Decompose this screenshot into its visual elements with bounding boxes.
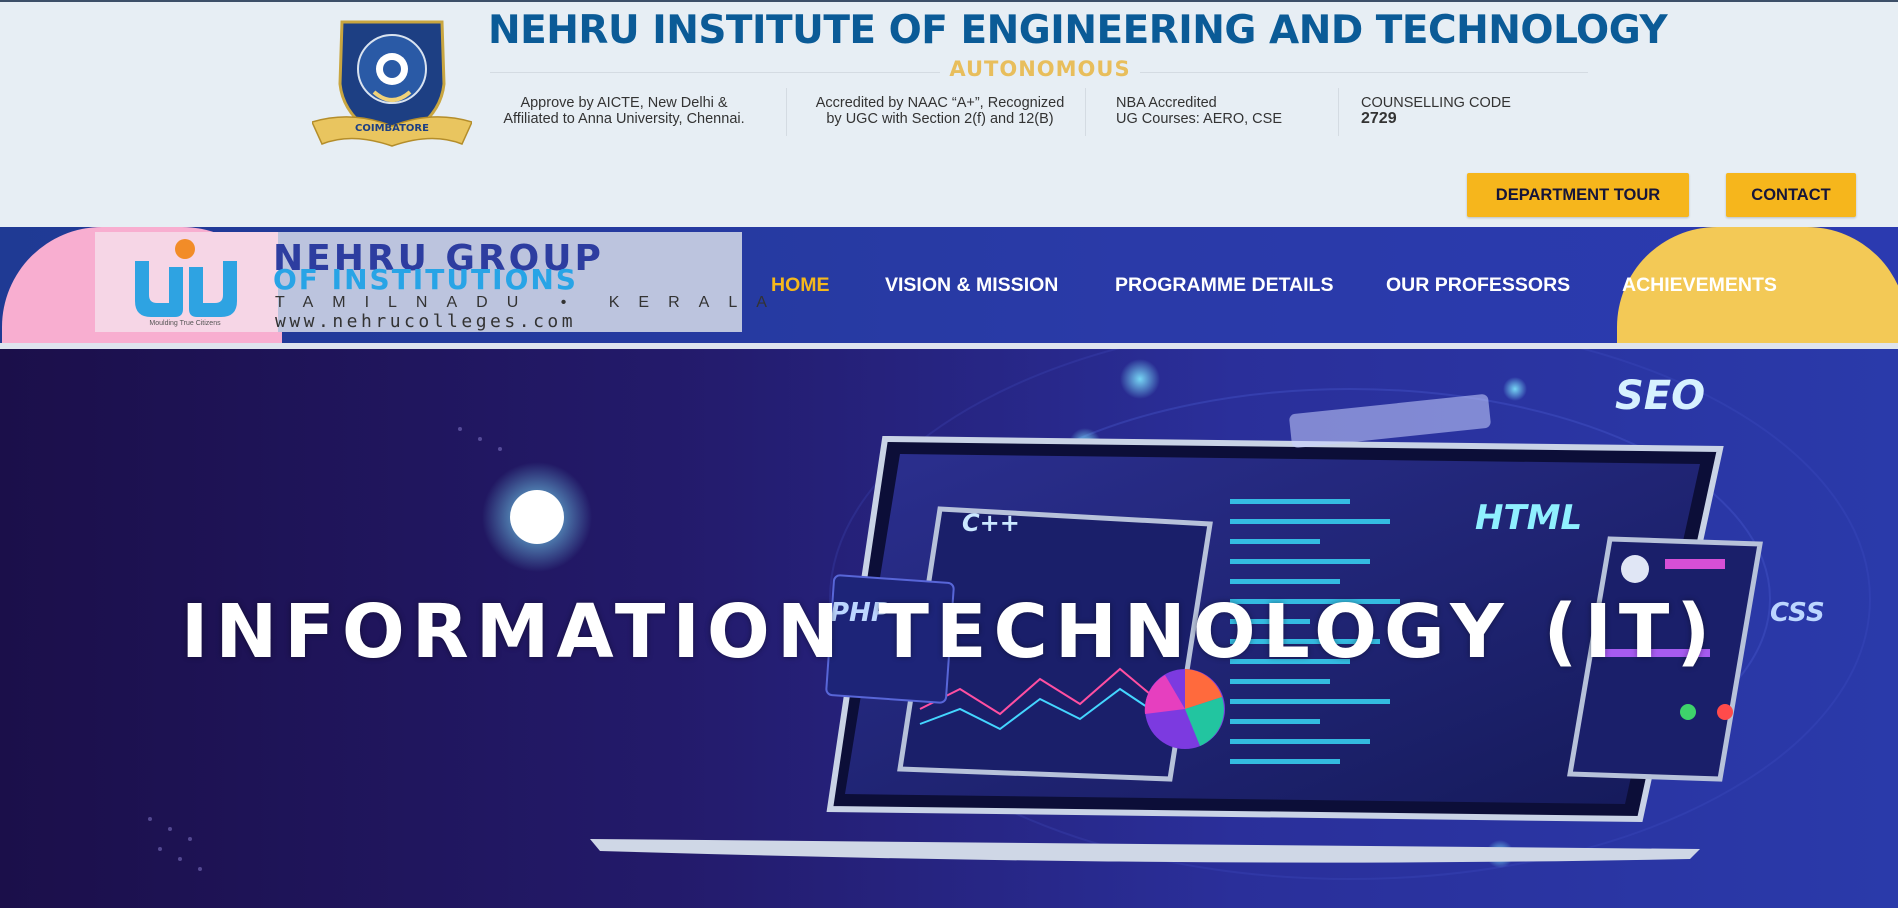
pie-chart-graphic — [1144, 669, 1225, 749]
crest-label: COIMBATORE — [355, 123, 429, 134]
info-line: UG Courses: AERO, CSE — [1116, 111, 1282, 127]
divider — [1338, 88, 1339, 136]
nav-item-our-professors[interactable]: OUR PROFESSORS — [1386, 274, 1570, 297]
accreditation-nba: NBA Accredited UG Courses: AERO, CSE — [1116, 95, 1336, 127]
nav-item-programme-details[interactable]: PROGRAMME DETAILS — [1115, 274, 1333, 297]
info-line: by UGC with Section 2(f) and 12(B) — [826, 111, 1054, 127]
logo-website: www.nehrucolleges.com — [275, 311, 577, 332]
divider — [786, 88, 787, 136]
contact-button[interactable]: CONTACT — [1726, 173, 1856, 217]
info-line: NBA Accredited — [1116, 95, 1217, 111]
info-line: Approve by AICTE, New Delhi & — [520, 95, 728, 111]
nav-item-home[interactable]: HOME — [771, 274, 830, 297]
hero-banner: SEO HTML C++ PHP CSS INFORMATION TECHNOL… — [0, 349, 1898, 908]
logo-text-line: OF INSTITUTIONS — [273, 263, 578, 296]
ngi-logo-icon: Moulding True Citizens — [135, 239, 237, 327]
hero-title: INFORMATION TECHNOLOGY (IT) — [180, 589, 1718, 675]
logo-text-line: TAMILNADU • KERALA — [275, 294, 786, 311]
autonomous-label: AUTONOMOUS — [949, 57, 1131, 81]
divider — [1085, 88, 1086, 136]
site-header: COIMBATORE NEHRU INSTITUTE OF ENGINEERIN… — [0, 0, 1898, 227]
logo-tagline: Moulding True Citizens — [149, 320, 221, 327]
counselling-code: COUNSELLING CODE 2729 — [1361, 95, 1581, 127]
department-tour-button[interactable]: DEPARTMENT TOUR — [1467, 173, 1689, 217]
institute-crest-logo[interactable]: COIMBATORE — [312, 14, 472, 150]
counselling-code-value: 2729 — [1361, 110, 1397, 127]
nehru-group-logo[interactable]: Moulding True Citizens NEHRU GROUP OF IN… — [95, 232, 767, 332]
info-line: Accredited by NAAC “A+”, Recognized — [815, 95, 1065, 111]
tag-html: HTML — [1475, 498, 1582, 538]
info-line: Affiliated to Anna University, Chennai. — [503, 111, 745, 127]
institute-title: NEHRU INSTITUTE OF ENGINEERING AND TECHN… — [488, 8, 1668, 53]
tag-cpp: C++ — [962, 509, 1020, 537]
accreditation-naac: Accredited by NAAC “A+”, Recognized by U… — [810, 95, 1070, 127]
accreditation-aicte: Approve by AICTE, New Delhi & Affiliated… — [494, 95, 754, 127]
nav-item-vision-mission[interactable]: VISION & MISSION — [885, 274, 1058, 297]
nav-item-achievements[interactable]: ACHIEVEMENTS — [1622, 274, 1777, 297]
tag-seo: SEO — [1615, 373, 1705, 419]
main-navigation: Moulding True Citizens NEHRU GROUP OF IN… — [0, 227, 1898, 345]
counselling-code-label: COUNSELLING CODE — [1361, 95, 1511, 111]
